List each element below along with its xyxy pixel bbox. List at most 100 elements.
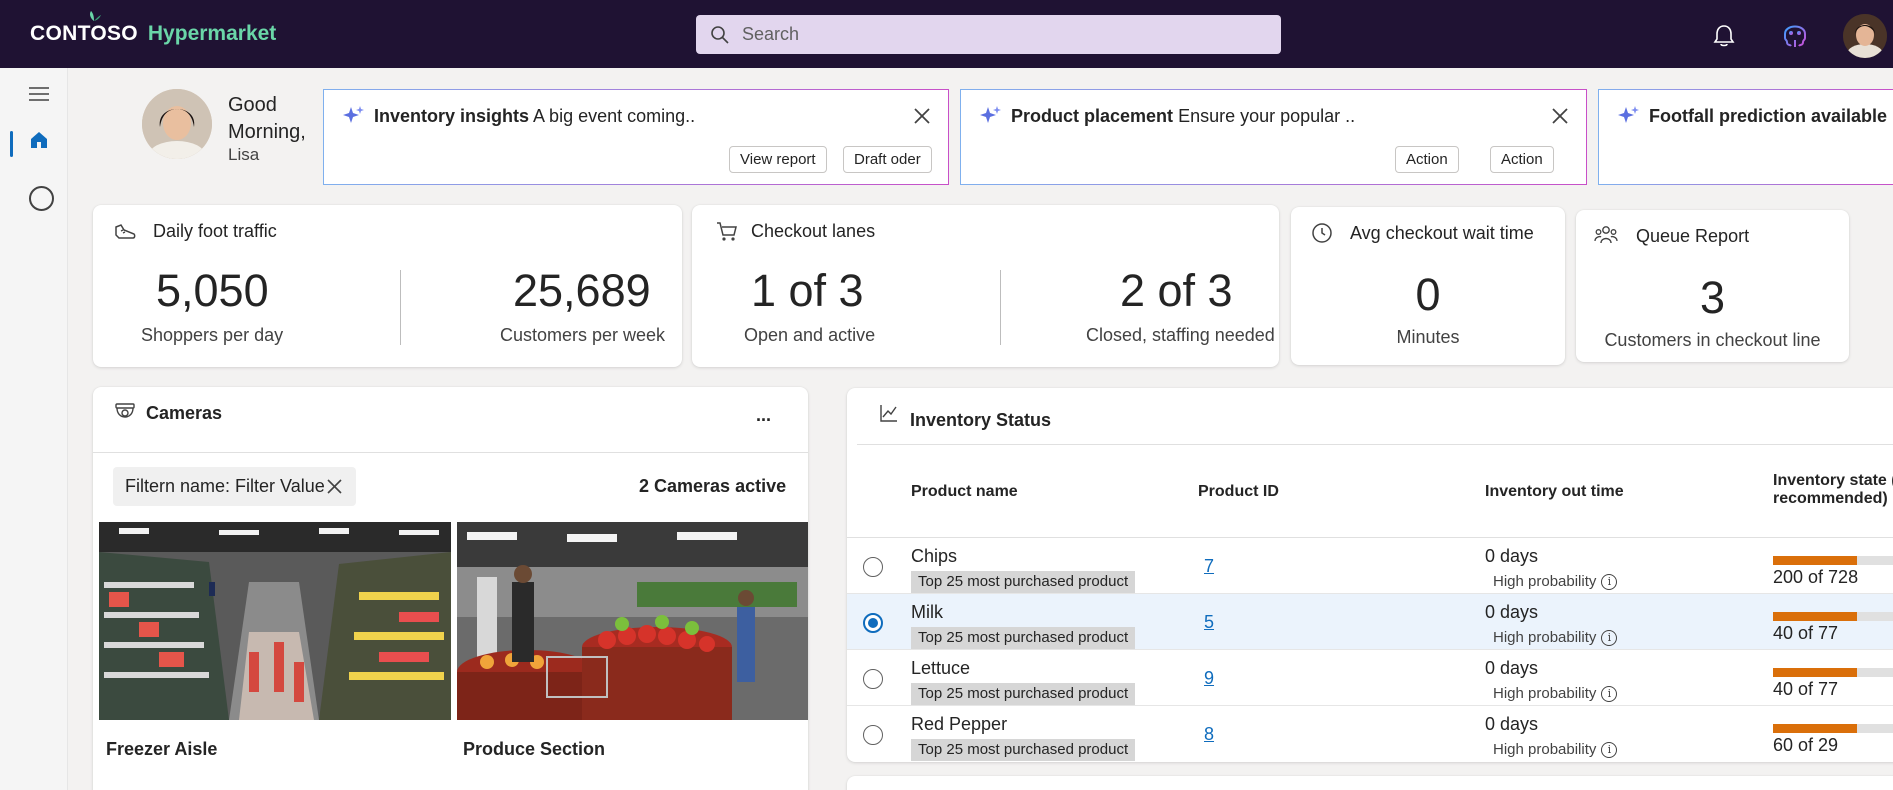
selected-indicator [10,131,13,157]
divider [1000,270,1001,345]
left-nav-rail [0,68,68,790]
column-header-inventory-state[interactable]: Inventory state ( recommended) [1773,472,1893,508]
greeting-name: Lisa [228,145,260,164]
hamburger-menu-icon[interactable] [29,86,49,102]
bell-icon[interactable] [1713,24,1735,48]
foot-traffic-card: Daily foot traffic 5,050 Shoppers per da… [93,205,682,367]
out-time: 0 days [1485,658,1539,678]
product-id-link[interactable]: 9 [1204,668,1214,689]
row-radio-selected[interactable] [863,613,883,633]
open-lanes-label: Open and active [744,325,876,345]
out-time: 0 days [1485,714,1539,734]
table-row[interactable]: Red Pepper Top 25 most purchased product… [847,706,1893,762]
filter-chip[interactable]: Filtern name: Filter Value [113,467,356,506]
inventory-bar-fill [1773,556,1857,565]
table-row[interactable]: Lettuce Top 25 most purchased product 9 … [847,650,1893,706]
row-radio[interactable] [863,669,883,689]
probability-text: High probability [1493,741,1597,758]
probability: High probability i [1493,685,1618,702]
inventory-bar [1773,668,1893,677]
card-title: Avg checkout wait time [1350,223,1534,243]
out-time: 0 days [1485,546,1539,566]
greeting-line-1: Good [228,94,277,116]
probability-text: High probability [1493,685,1597,702]
probability-text: High probability [1493,573,1597,590]
close-icon[interactable] [914,108,930,124]
closed-lanes-label: Closed, staffing needed [1086,325,1275,345]
insight-text: Ensure your popular .. [1178,106,1356,126]
insight-title: Inventory insights A big event coming.. [374,106,695,127]
insight-card-placement[interactable]: Product placement Ensure your popular ..… [960,89,1587,185]
column-header-product-id[interactable]: Product ID [1198,483,1279,501]
divider [857,444,1893,445]
queue-label: Customers in checkout line [1604,330,1821,350]
brand-name: CONTOSO [30,22,138,45]
more-options-button[interactable]: ... [756,405,771,426]
info-icon[interactable]: i [1601,741,1618,758]
greeting-text: Good Morning, [228,92,306,146]
info-icon[interactable]: i [1601,573,1618,590]
inventory-state: 60 of 29 [1773,735,1839,755]
draft-order-button[interactable]: Draft oder [843,146,932,173]
customers-value: 25,689 [513,265,651,316]
table-row[interactable]: Chips Top 25 most purchased product 7 0 … [847,538,1893,594]
user-photo-icon [142,89,212,159]
sparkle-icon [980,106,1001,123]
insight-title-bold: Footfall prediction available [1649,106,1888,126]
product-name: Milk [911,602,943,622]
close-icon[interactable] [1552,108,1568,124]
shoppers-label: Shoppers per day [141,325,284,345]
column-header-inventory-out-time[interactable]: Inventory out time [1485,483,1624,501]
close-icon[interactable] [327,479,342,494]
customers-label: Customers per week [500,325,666,345]
camera-feed-freezer-aisle[interactable] [99,522,451,720]
home-icon[interactable] [29,130,49,150]
probability: High probability i [1493,741,1618,758]
inventory-title: Inventory Status [910,410,1052,430]
clock-icon [1312,223,1332,243]
column-header-line-2: recommended) [1773,490,1888,507]
column-header-product-name[interactable]: Product name [911,483,1018,501]
action-button-1[interactable]: Action [1395,146,1459,173]
product-id-link[interactable]: 5 [1204,612,1214,633]
action-button-2[interactable]: Action [1490,146,1554,173]
trend-chart-icon [880,405,897,422]
circle-nav-icon[interactable] [29,186,54,211]
queue-report-card: Queue Report 3 Customers in checkout lin… [1576,210,1849,362]
produce-section-image [457,522,808,720]
table-row-selected[interactable]: Milk Top 25 most purchased product 5 0 d… [847,594,1893,650]
inventory-state: 40 of 77 [1773,679,1839,699]
search-input[interactable] [742,24,1242,45]
cameras-title: Cameras [146,403,223,423]
inventory-bar [1773,724,1893,733]
row-radio[interactable] [863,725,883,745]
brand-logo[interactable]: CONTOSO Hypermarket [30,11,277,46]
camera-feed-produce-section[interactable] [457,522,808,720]
inventory-bar-fill [1773,724,1857,733]
product-tag: Top 25 most purchased product [911,683,1136,705]
view-report-button[interactable]: View report [729,146,827,173]
info-icon[interactable]: i [1601,685,1618,702]
wait-time-card: Avg checkout wait time 0 Minutes [1291,207,1565,365]
divider [400,270,401,345]
product-id-link[interactable]: 8 [1204,724,1214,745]
inventory-bar-fill [1773,612,1857,621]
insight-card-footfall[interactable]: Footfall prediction available Ba [1598,89,1893,185]
product-name: Chips [911,546,958,566]
sparkle-icon [1618,106,1639,123]
camera-label-produce-section: Produce Section [463,739,606,759]
copilot-icon[interactable] [1778,18,1812,52]
user-avatar[interactable] [1843,14,1887,58]
search-box[interactable] [696,15,1281,54]
product-tag: Top 25 most purchased product [911,571,1136,593]
probability-text: High probability [1493,629,1597,646]
product-id-link[interactable]: 7 [1204,556,1214,577]
insight-card-inventory[interactable]: Inventory insights A big event coming.. … [323,89,949,185]
brand-subtitle: Hypermarket [147,22,277,45]
info-icon[interactable]: i [1601,629,1618,646]
insight-title: Product placement Ensure your popular .. [1011,106,1355,127]
probability: High probability i [1493,573,1618,590]
cart-icon [717,222,737,241]
row-radio[interactable] [863,557,883,577]
camera-label-freezer-aisle: Freezer Aisle [106,739,218,759]
